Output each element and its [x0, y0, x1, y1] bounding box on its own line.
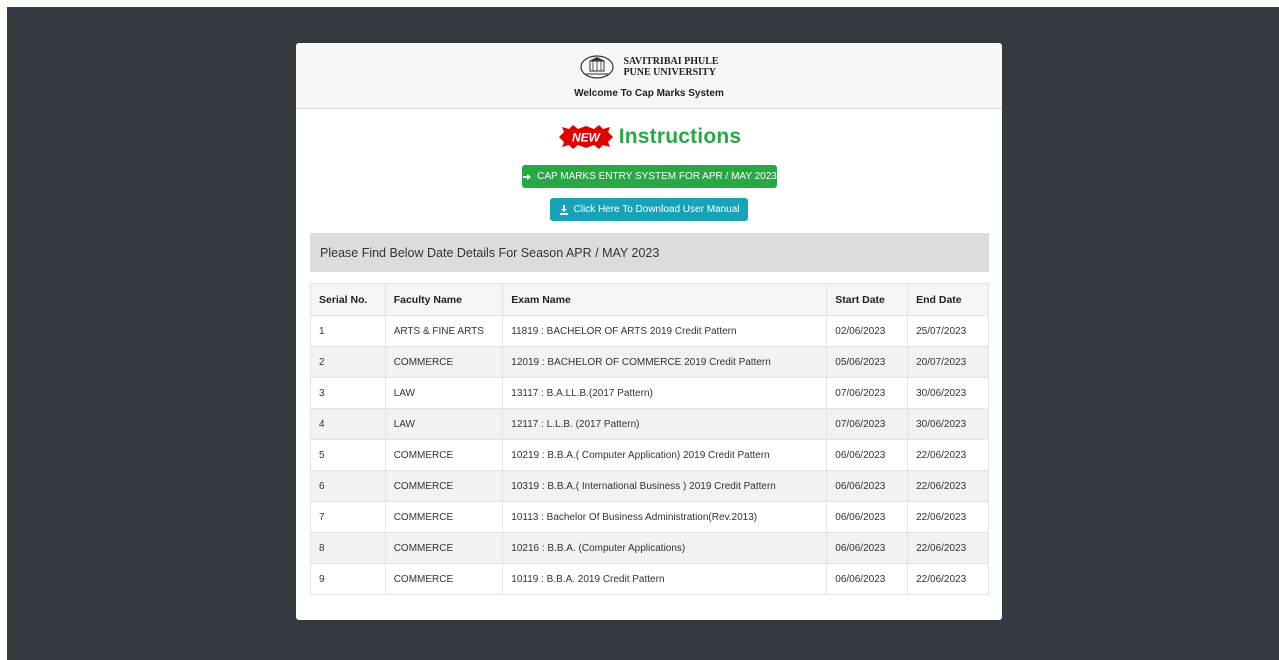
serial-cell: 8 — [310, 532, 386, 564]
serial-cell: 2 — [310, 346, 386, 378]
start-date-cell: 07/06/2023 — [826, 377, 909, 409]
column-header-faculty: Faculty Name — [384, 283, 504, 316]
exam-cell: 11819 : BACHELOR OF ARTS 2019 Credit Pat… — [502, 315, 828, 347]
start-date-cell: 06/06/2023 — [826, 501, 909, 533]
university-name-line2: PUNE UNIVERSITY — [623, 67, 716, 78]
start-date-cell: 06/06/2023 — [826, 439, 909, 471]
faculty-cell: COMMERCE — [384, 501, 504, 533]
faculty-cell: COMMERCE — [384, 563, 504, 595]
exam-cell: 12117 : L.L.B. (2017 Pattern) — [502, 408, 828, 440]
serial-cell: 4 — [310, 408, 386, 440]
serial-cell: 6 — [310, 470, 386, 502]
column-header-exam: Exam Name — [502, 283, 828, 316]
end-date-cell: 22/06/2023 — [907, 563, 989, 595]
download-icon — [559, 204, 568, 215]
table-row: 5 COMMERCE 10219 : B.B.A.( Computer Appl… — [310, 439, 989, 471]
faculty-cell: LAW — [384, 377, 504, 409]
table-row: 8 COMMERCE 10216 : B.B.A. (Computer Appl… — [310, 532, 989, 564]
table-row: 2 COMMERCE 12019 : BACHELOR OF COMMERCE … — [310, 346, 989, 378]
sign-in-icon — [523, 173, 532, 180]
season-heading: Please Find Below Date Details For Seaso… — [310, 233, 989, 272]
download-user-manual-label: Click Here To Download User Manual — [573, 204, 740, 215]
faculty-cell: COMMERCE — [384, 532, 504, 564]
faculty-cell: LAW — [384, 408, 504, 440]
column-header-serial: Serial No. — [310, 283, 386, 316]
exam-cell: 12019 : BACHELOR OF COMMERCE 2019 Credit… — [502, 346, 828, 378]
table-row: 9 COMMERCE 10119 : B.B.A. 2019 Credit Pa… — [310, 563, 989, 595]
cap-marks-entry-button[interactable]: CAP MARKS ENTRY SYSTEM FOR APR / MAY 202… — [522, 165, 777, 188]
university-seal-icon — [580, 55, 615, 79]
serial-cell: 7 — [310, 501, 386, 533]
end-date-cell: 22/06/2023 — [907, 501, 989, 533]
exam-cell: 10119 : B.B.A. 2019 Credit Pattern — [502, 563, 828, 595]
cap-marks-entry-label: CAP MARKS ENTRY SYSTEM FOR APR / MAY 202… — [537, 171, 777, 182]
page-background: SAVITRIBAI PHULE PUNE UNIVERSITY Welcome… — [7, 7, 1279, 660]
start-date-cell: 06/06/2023 — [826, 532, 909, 564]
serial-cell: 5 — [310, 439, 386, 471]
exam-cell: 10113 : Bachelor Of Business Administrat… — [502, 501, 828, 533]
table-row: 3 LAW 13117 : B.A.LL.B.(2017 Pattern) 07… — [310, 377, 989, 409]
faculty-cell: COMMERCE — [384, 439, 504, 471]
start-date-cell: 05/06/2023 — [826, 346, 909, 378]
end-date-cell: 22/06/2023 — [907, 532, 989, 564]
instructions-heading: NEW Instructions — [296, 124, 1002, 150]
start-date-cell: 02/06/2023 — [826, 315, 909, 347]
exam-cell: 10319 : B.B.A.( International Business )… — [502, 470, 828, 502]
main-card: SAVITRIBAI PHULE PUNE UNIVERSITY Welcome… — [296, 43, 1002, 620]
exam-cell: 13117 : B.A.LL.B.(2017 Pattern) — [502, 377, 828, 409]
faculty-cell: COMMERCE — [384, 346, 504, 378]
table-header-row: Serial No. Faculty Name Exam Name Start … — [310, 283, 989, 316]
serial-cell: 3 — [310, 377, 386, 409]
exam-cell: 10216 : B.B.A. (Computer Applications) — [502, 532, 828, 564]
university-name-line1: SAVITRIBAI PHULE — [623, 56, 719, 67]
table-row: 1 ARTS & FINE ARTS 11819 : BACHELOR OF A… — [310, 315, 989, 347]
column-header-end-date: End Date — [907, 283, 989, 316]
end-date-cell: 22/06/2023 — [907, 439, 989, 471]
end-date-cell: 25/07/2023 — [907, 315, 989, 347]
start-date-cell: 06/06/2023 — [826, 470, 909, 502]
welcome-text: Welcome To Cap Marks System — [574, 88, 724, 99]
end-date-cell: 20/07/2023 — [907, 346, 989, 378]
serial-cell: 9 — [310, 563, 386, 595]
column-header-start-date: Start Date — [826, 283, 909, 316]
table-row: 7 COMMERCE 10113 : Bachelor Of Business … — [310, 501, 989, 533]
start-date-cell: 06/06/2023 — [826, 563, 909, 595]
exam-dates-table: Serial No. Faculty Name Exam Name Start … — [310, 283, 989, 595]
new-badge-text: NEW — [572, 131, 602, 145]
new-badge-icon: NEW — [558, 125, 613, 149]
end-date-cell: 30/06/2023 — [907, 408, 989, 440]
university-name: SAVITRIBAI PHULE PUNE UNIVERSITY — [623, 56, 718, 78]
end-date-cell: 30/06/2023 — [907, 377, 989, 409]
university-branding: SAVITRIBAI PHULE PUNE UNIVERSITY — [296, 54, 1002, 80]
faculty-cell: ARTS & FINE ARTS — [384, 315, 504, 347]
table-row: 4 LAW 12117 : L.L.B. (2017 Pattern) 07/0… — [310, 408, 989, 440]
instructions-title: Instructions — [618, 125, 742, 148]
faculty-cell: COMMERCE — [384, 470, 504, 502]
end-date-cell: 22/06/2023 — [907, 470, 989, 502]
table-row: 6 COMMERCE 10319 : B.B.A.( International… — [310, 470, 989, 502]
download-user-manual-button[interactable]: Click Here To Download User Manual — [550, 198, 748, 221]
exam-cell: 10219 : B.B.A.( Computer Application) 20… — [502, 439, 828, 471]
card-header: SAVITRIBAI PHULE PUNE UNIVERSITY Welcome… — [296, 43, 1002, 109]
serial-cell: 1 — [310, 315, 386, 347]
start-date-cell: 07/06/2023 — [826, 408, 909, 440]
